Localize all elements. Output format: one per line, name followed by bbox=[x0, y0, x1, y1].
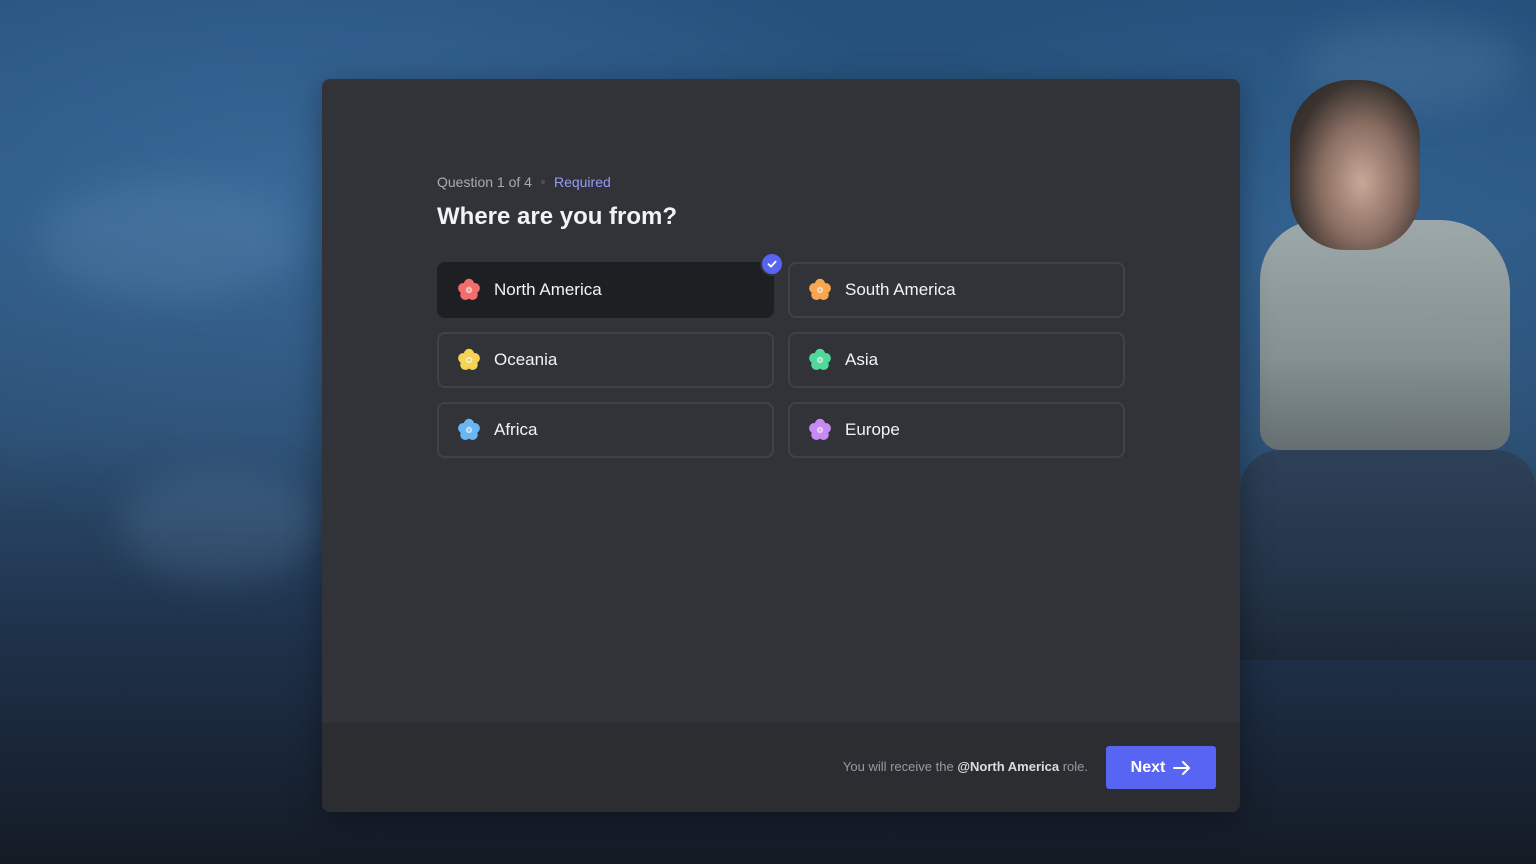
selected-check-icon bbox=[760, 252, 784, 276]
onboarding-modal: Question 1 of 4 Required Where are you f… bbox=[322, 79, 1240, 812]
flower-icon bbox=[808, 348, 832, 372]
background-character-illustration bbox=[1240, 60, 1536, 660]
required-label: Required bbox=[553, 174, 611, 190]
role-note-prefix: You will receive the bbox=[842, 759, 958, 774]
next-button-label: Next bbox=[1130, 758, 1166, 776]
question-title: Where are you from? bbox=[437, 203, 678, 230]
answer-options: North America South America Oceania Asia… bbox=[437, 252, 1125, 458]
option-label: Oceania bbox=[494, 350, 558, 369]
option-asia[interactable]: Asia bbox=[788, 332, 1125, 388]
option-oceania[interactable]: Oceania bbox=[437, 332, 774, 388]
modal-body: Question 1 of 4 Required Where are you f… bbox=[322, 79, 1240, 723]
separator-dot bbox=[540, 180, 545, 184]
option-label: Asia bbox=[845, 350, 879, 369]
background-cloud bbox=[40, 180, 300, 300]
flower-icon bbox=[457, 348, 481, 372]
role-note-suffix: role. bbox=[1059, 759, 1088, 774]
background-cloud bbox=[120, 470, 320, 580]
question-meta: Question 1 of 4 Required bbox=[437, 173, 611, 191]
option-label: Africa bbox=[494, 420, 538, 439]
flower-icon bbox=[457, 278, 481, 302]
role-note: You will receive the @North America role… bbox=[843, 759, 1088, 774]
option-europe[interactable]: Europe bbox=[788, 402, 1125, 458]
flower-icon bbox=[457, 418, 481, 442]
option-north-america[interactable]: North America bbox=[437, 252, 784, 318]
option-south-america[interactable]: South America bbox=[788, 262, 1125, 318]
flower-icon bbox=[808, 278, 832, 302]
role-name: @North America bbox=[957, 759, 1060, 774]
option-label: South America bbox=[845, 280, 956, 299]
arrow-right-icon bbox=[1173, 760, 1191, 775]
flower-icon bbox=[808, 418, 832, 442]
next-button[interactable]: Next bbox=[1106, 746, 1216, 789]
option-label: North America bbox=[494, 280, 602, 299]
character-shirt bbox=[1260, 220, 1510, 450]
option-label: Europe bbox=[845, 420, 900, 439]
modal-footer: You will receive the @North America role… bbox=[322, 723, 1240, 812]
option-africa[interactable]: Africa bbox=[437, 402, 774, 458]
question-progress: Question 1 of 4 bbox=[437, 174, 532, 190]
character-jeans bbox=[1240, 450, 1536, 660]
character-head bbox=[1290, 80, 1420, 250]
